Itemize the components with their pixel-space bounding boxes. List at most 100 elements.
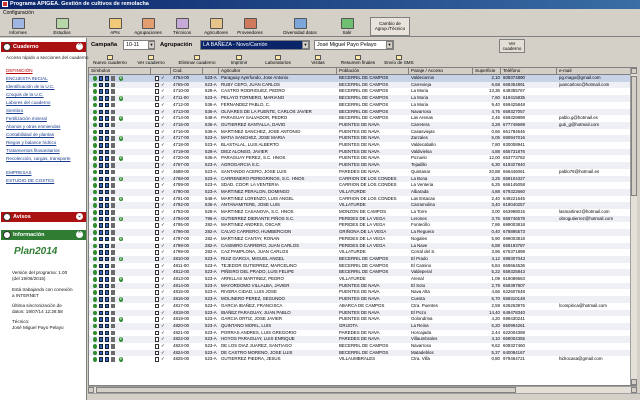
row-checkbox[interactable] (155, 216, 159, 222)
horizontal-scrollbar[interactable] (88, 386, 637, 393)
row-checkbox[interactable] (155, 223, 159, 228)
table-row[interactable]: € ✓ 4768-00 523-A CARRENERO PEREGRINOS, S.C.… (89, 175, 636, 183)
visitas-button[interactable]: Visitas (306, 55, 330, 67)
table-row[interactable]: ✓ 4793-00 528-A MARTINEZ CASANOVA, S.C. HNO… (89, 209, 636, 216)
collapse-icon[interactable]: ⌃ (76, 43, 83, 50)
chevron-down-icon[interactable]: ▼ (386, 41, 393, 49)
table-row[interactable]: ✓ 4811-00 523-A TEJEDOR GUTIERREZ, MARCELIN… (89, 263, 636, 270)
col-header-check[interactable] (151, 68, 171, 75)
table-row[interactable]: ✓ 4815-00 523-A RIVERA CIDAD, LUIS JOSE PUEN… (89, 289, 636, 296)
col-header-cod2[interactable] (203, 68, 219, 75)
row-checkbox[interactable] (155, 89, 159, 94)
scroll-thumb[interactable] (631, 76, 637, 196)
table-row[interactable]: € ✓ 4720-00 536-A PARAGUAY PEREZ, S.C. HNOS P… (89, 155, 636, 162)
row-checkbox[interactable] (155, 156, 159, 161)
scroll-up-icon[interactable] (631, 68, 637, 74)
toolbar-cambio-button[interactable]: Cambio de Agrup./Técnico (370, 17, 410, 36)
informacion-section-header[interactable]: Información ⌃ (1, 230, 86, 240)
envio-sms-button[interactable]: Envío de SMS (381, 55, 417, 67)
table-row[interactable]: € ✓ 4791-00 548-A MARTINEZ LORENZO, LUIS ANG… (89, 196, 636, 203)
scroll-down-icon[interactable] (631, 379, 637, 385)
row-checkbox[interactable] (155, 82, 159, 88)
row-checkbox[interactable] (155, 149, 159, 155)
ver-cuaderno-button[interactable]: Ver cuaderno (132, 55, 170, 67)
table-row[interactable]: ✓ 4812-00 523-A PIÑEIRO DEL PRADO, LUIS FEL… (89, 269, 636, 276)
sidebar-item-fertilizacion[interactable]: Fertilización mineral (6, 116, 47, 121)
col-header-paraje[interactable]: Paraje / Acceso (409, 68, 473, 75)
toolbar-salir-button[interactable]: Salir (333, 17, 361, 36)
col-header-simbolos[interactable]: Símbolos (89, 68, 151, 75)
avisos-section-header[interactable]: Avisos ⌄ (1, 212, 86, 222)
toolbar-apis-button[interactable]: APIs (101, 17, 129, 36)
table-row[interactable]: ✓ 4713-00 536-A OLIVARES DE LA FUENTE, CARL… (89, 108, 636, 116)
row-checkbox[interactable] (155, 297, 159, 302)
table-row[interactable]: ✓ 4795-00 282-A MARTINEZ ANDRES, OSCAR PERID… (89, 222, 636, 229)
row-checkbox[interactable] (155, 270, 159, 275)
row-checkbox[interactable] (155, 317, 159, 322)
table-row[interactable]: € ✓ 4825-00 523-A GUTIERREZ PIEDRA, JESUS VIL… (89, 356, 636, 363)
expand-icon[interactable]: ⌄ (76, 213, 83, 220)
row-checkbox[interactable] (155, 230, 159, 235)
table-row[interactable]: ✓ 4824-00 523-A DE CASTRO MORENO, JOSE LUIS… (89, 349, 636, 357)
table-row[interactable]: ✓ 4814-00 523-A MAYORDOMO VILLALBA, JAVIER P… (89, 282, 636, 290)
table-row[interactable]: ✓ 4821-00 523-A PORRAS ANDRES, LUIS GREGORI… (89, 330, 636, 337)
row-checkbox[interactable] (155, 350, 159, 356)
row-checkbox[interactable] (155, 122, 159, 128)
table-row[interactable]: ✓ 4820-00 523-A QUINTANO MORIL, LUIS GRIJOTA… (89, 322, 636, 330)
row-checkbox[interactable] (155, 236, 159, 242)
row-checkbox[interactable] (155, 196, 159, 202)
row-checkbox[interactable] (155, 183, 159, 188)
row-checkbox[interactable] (155, 176, 159, 181)
row-checkbox[interactable] (155, 143, 159, 148)
table-row[interactable]: € ✓ 4813-00 523-A ARRILLAS MARTINEZ, PEDRO VI… (89, 276, 636, 283)
table-row[interactable]: ✓ 4716-00 536-A MARTINEZ SANCHEZ, JOSE ANTO… (89, 129, 636, 136)
table-row[interactable]: ✓ 4765-00 523-A RUBY CEPO, JUAN CARLOS BECER… (89, 81, 636, 89)
row-checkbox[interactable] (155, 323, 159, 329)
table-row[interactable]: ✓ 4796-00 282-A CALVO CARRERO, HUMBERCION GR… (89, 229, 636, 236)
toolbar-agrupaciones-button[interactable]: Agrupaciones (134, 17, 162, 36)
table-row[interactable]: € ✓ 4819-00 523-A GARCIA ORTIZ, JOSE JAVIER P… (89, 316, 636, 323)
table-row[interactable]: ✓ 4790-00 523-A MARTINEZ PERALON, DOMINGO VI… (89, 188, 636, 196)
table-row[interactable]: € ✓ 4711-00 523-A PELAYO TORNERO, MARIANO BEC… (89, 95, 636, 102)
nuevo-cuaderno-button[interactable]: Nuevo cuaderno (90, 55, 130, 67)
table-row[interactable]: ✓ 4718-00 523-A BLASTALAL, LUIS ALBERTO PUEN… (89, 142, 636, 149)
row-checkbox[interactable] (155, 169, 159, 175)
col-header-email[interactable]: e-mail (557, 68, 636, 75)
row-checkbox[interactable] (155, 337, 159, 342)
col-header-telefono[interactable]: Teléfono (501, 68, 557, 75)
toolbar-estudios-button[interactable]: Estudios (48, 17, 76, 36)
sidebar-item-riegos[interactable]: Riegos y balance hídrico (6, 140, 56, 145)
table-row[interactable]: € ✓ 4714-00 548-A PARAGUAY SALVADOR, PEDRO BE… (89, 115, 636, 122)
tecnico-select[interactable]: José Miguel Payo Pelayo (314, 40, 394, 50)
table-row[interactable]: ✓ 4712-00 536-A FERNANDEZ PABLO, C. BECERRIL… (89, 102, 636, 109)
col-header-agricultor[interactable]: Agricultor (219, 68, 337, 75)
row-checkbox[interactable] (155, 344, 159, 349)
row-checkbox[interactable] (155, 277, 159, 282)
table-row[interactable]: ✓ 4767-00 523-A AGROGARCIA S.C. PUENTES DE N… (89, 162, 636, 169)
row-checkbox[interactable] (155, 116, 159, 121)
table-row[interactable]: € ✓ 4794-00 796-A GUTIERREZ DIERANTE PIÑOS S… (89, 215, 636, 223)
col-header-cod[interactable]: Cod. (171, 68, 203, 75)
row-checkbox[interactable] (155, 210, 159, 215)
row-checkbox[interactable] (155, 263, 159, 269)
table-row[interactable]: € ✓ 4797-00 282-A MARTINEZ CANTAY, RONAN PERI… (89, 236, 636, 243)
row-checkbox[interactable] (155, 250, 159, 255)
row-checkbox[interactable] (155, 163, 159, 168)
table-row[interactable]: ✓ 4818-00 523-A IBAÑEZ PARAGUAY, JUAN PABLO… (89, 309, 636, 317)
row-checkbox[interactable] (155, 129, 159, 135)
table-row[interactable]: € ✓ 4764-00 523-A Paraguay Ayerfundo, Jose A… (89, 75, 636, 82)
ver-cuaderno-top-button[interactable]: Ver cuaderno (499, 39, 525, 53)
toolbar-informes-button[interactable]: Informes (4, 17, 32, 36)
row-checkbox[interactable] (155, 290, 159, 295)
table-row[interactable]: € ✓ 4717-00 523-A MATIA SANCHEZ, JOSE MARIA P… (89, 135, 636, 142)
collapse-icon[interactable]: ⌃ (76, 231, 83, 238)
sidebar-item-recoleccion[interactable]: Recolección, cargas, transporte (6, 156, 71, 161)
row-checkbox[interactable] (155, 283, 159, 289)
sidebar-item-tratamientos[interactable]: Tratamientos fitosanitarios (6, 148, 60, 153)
laboratorios-button[interactable]: Laboratorios (259, 55, 297, 67)
sidebar-item-encuesta[interactable]: ENCUESTA INICIAL (6, 76, 48, 81)
table-row[interactable]: ✓ 4823-00 523-A DE LOS DIAZ JUAREZ, SANTIAG… (89, 343, 636, 350)
table-row[interactable]: ✓ 4792-00 536-A ANTANAMITERE, JOSE LUIS VILL… (89, 202, 636, 209)
row-checkbox[interactable] (155, 189, 159, 195)
sidebar-item-contabilidad[interactable]: Contabilidad de plantas (6, 132, 54, 137)
